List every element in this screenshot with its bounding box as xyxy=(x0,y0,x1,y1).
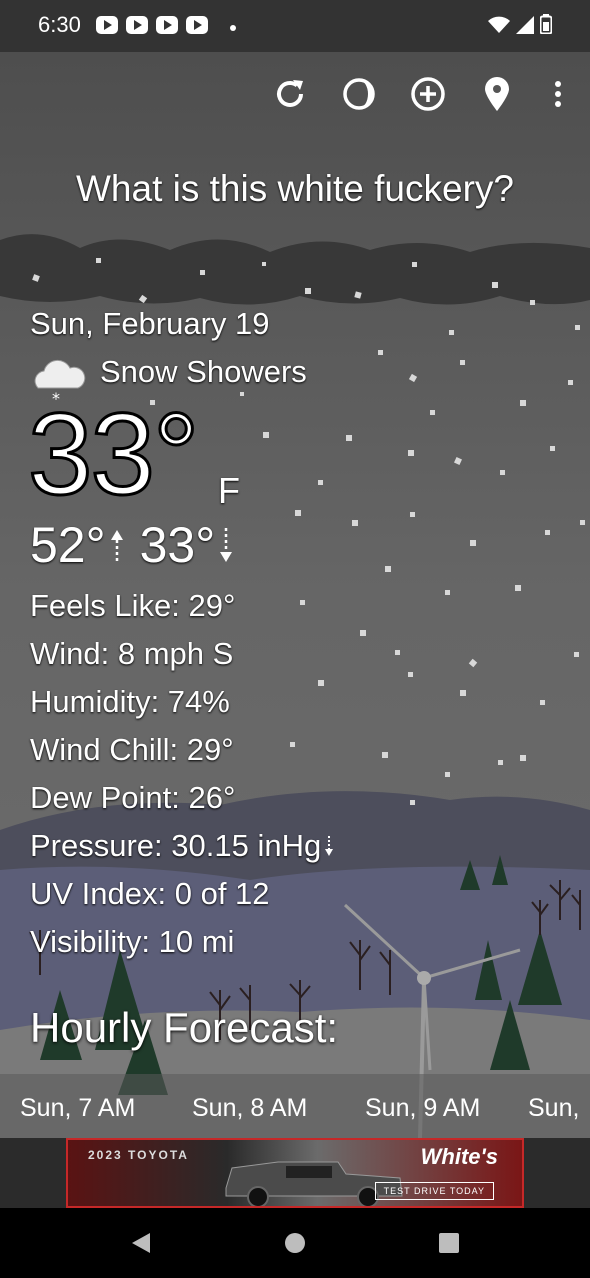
recents-icon[interactable] xyxy=(436,1230,462,1256)
ad-brand-logo: White's xyxy=(420,1144,498,1169)
battery-icon xyxy=(540,14,552,34)
condition-text: Snow Showers xyxy=(100,354,307,389)
status-time: 6:30 xyxy=(38,12,81,37)
more-notifications-dot-icon xyxy=(230,25,236,31)
hourly-item[interactable]: Sun, 7 AM xyxy=(20,1094,135,1123)
system-icons xyxy=(488,14,552,34)
forecast-date: Sun, February 19 xyxy=(30,306,270,341)
low-temperature: 33° xyxy=(139,517,216,573)
wind-row: Wind: 8 mph S xyxy=(30,636,234,671)
uv-index-row: UV Index: 0 of 12 xyxy=(30,876,270,911)
snark-headline: What is this white fuckery? xyxy=(76,168,514,209)
add-location-icon[interactable] xyxy=(408,74,448,114)
visibility-row: Visibility: 10 mi xyxy=(30,924,235,959)
dew-point-row: Dew Point: 26° xyxy=(30,780,236,815)
humidity-row: Humidity: 74% xyxy=(30,684,230,719)
more-vert-icon[interactable] xyxy=(538,74,578,114)
youtube-notification-icon xyxy=(186,16,208,34)
app-toolbar xyxy=(0,74,590,118)
youtube-notification-icon xyxy=(96,16,118,34)
hourly-forecast-strip[interactable]: Sun, 7 AM Sun, 8 AM Sun, 9 AM Sun, xyxy=(0,1074,590,1138)
hourly-item[interactable]: Sun, xyxy=(528,1094,579,1123)
feels-like-row: Feels Like: 29° xyxy=(30,588,236,623)
youtube-notification-icon xyxy=(156,16,178,34)
pressure-text: Pressure: 30.15 inHg xyxy=(30,828,322,863)
back-icon[interactable] xyxy=(128,1230,154,1256)
temperature-unit: F xyxy=(218,470,240,511)
cell-signal-icon xyxy=(516,16,534,34)
pressure-falling-icon xyxy=(325,836,334,856)
location-pin-icon[interactable] xyxy=(477,74,517,114)
wifi-icon xyxy=(488,16,510,33)
wind-chill-row: Wind Chill: 29° xyxy=(30,732,234,767)
ad-cta-button[interactable]: TEST DRIVE TODAY xyxy=(374,1182,494,1200)
refresh-icon[interactable] xyxy=(270,74,310,114)
theme-icon[interactable] xyxy=(339,74,379,114)
youtube-notification-icon xyxy=(126,16,148,34)
ad-left-text: 2023 TOYOTA xyxy=(88,1148,189,1162)
status-bar: 6:30 xyxy=(0,0,590,52)
high-temperature: 52° xyxy=(30,517,106,573)
high-low-row: 52° 33° xyxy=(30,516,235,574)
system-navigation-bar xyxy=(0,1208,590,1278)
arrow-up-icon xyxy=(110,530,123,564)
details-list: Feels Like: 29° Wind: 8 mph S Humidity: … xyxy=(30,588,335,972)
home-icon[interactable] xyxy=(282,1230,308,1256)
hourly-item[interactable]: Sun, 8 AM xyxy=(192,1094,307,1123)
hourly-item[interactable]: Sun, 9 AM xyxy=(365,1094,480,1123)
notification-icons xyxy=(96,16,208,34)
pressure-row: Pressure: 30.15 inHg xyxy=(30,828,335,876)
arrow-down-icon xyxy=(220,528,233,562)
hourly-forecast-title: Hourly Forecast: xyxy=(30,1004,339,1051)
current-temperature: 33° xyxy=(26,389,200,519)
ad-banner[interactable]: 2023 TOYOTA White's TEST DRIVE TODAY xyxy=(66,1138,524,1208)
